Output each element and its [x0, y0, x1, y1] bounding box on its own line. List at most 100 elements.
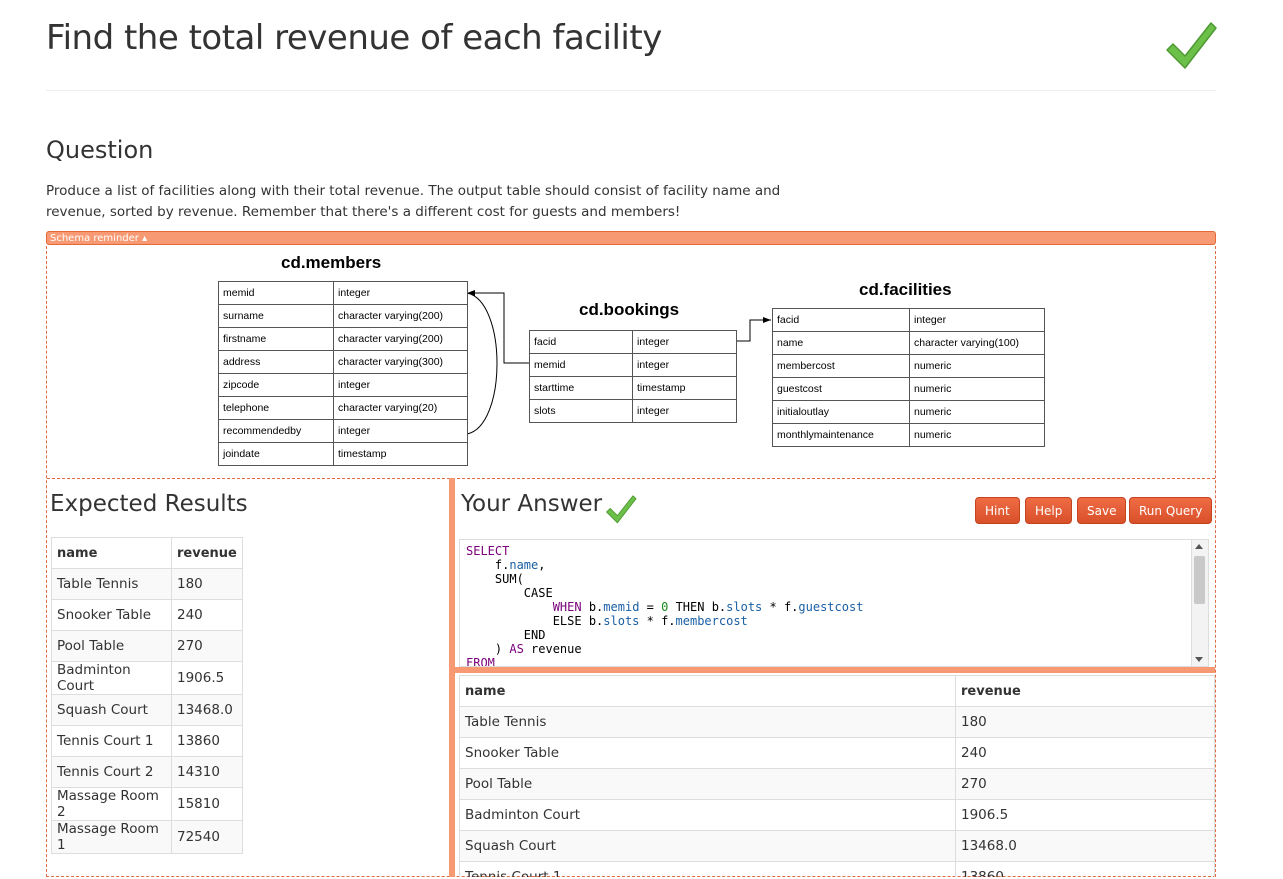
members-schema-table: memid integer surname character varying(20… [218, 281, 468, 466]
cell: Snooker Table [51, 599, 172, 631]
schema-row: membercost numeric [772, 354, 1045, 378]
column-type: numeric [909, 354, 1045, 378]
column-header: revenue [955, 675, 1215, 707]
table-row: Pool Table 270 [459, 768, 1215, 800]
horizontal-splitter[interactable] [455, 667, 1215, 673]
cell: 15810 [171, 787, 243, 821]
scroll-up-icon[interactable] [1195, 544, 1203, 549]
table-row: Tennis Court 1 13860 [459, 861, 1215, 877]
column-name: firstname [218, 327, 334, 351]
column-name: surname [218, 304, 334, 328]
schema-row: firstname character varying(200) [218, 327, 468, 351]
column-type: integer [632, 399, 737, 423]
question-heading: Question [46, 136, 154, 164]
schema-row: starttime timestamp [529, 376, 737, 400]
workspace-panel: cd.members memid integer surname character… [46, 246, 1216, 877]
cell: Tennis Court 1 [459, 861, 956, 877]
column-name: membercost [772, 354, 910, 378]
table-row: Table Tennis 180 [459, 706, 1215, 738]
cell: 270 [955, 768, 1215, 800]
column-type: integer [333, 419, 468, 443]
column-name: address [218, 350, 334, 374]
schema-reminder-toggle[interactable]: Schema reminder ▴ [46, 231, 1216, 245]
cell: Tennis Court 1 [51, 725, 172, 757]
schema-row: facid integer [529, 330, 737, 354]
column-name: guestcost [772, 377, 910, 401]
save-button[interactable]: Save [1077, 497, 1127, 524]
column-name: facid [772, 308, 910, 332]
sql-code[interactable]: SELECT f.name, SUM( CASE WHEN b.memid = … [460, 540, 1208, 666]
cell: 1906.5 [955, 799, 1215, 831]
run-query-button[interactable]: Run Query [1129, 497, 1213, 524]
column-type: numeric [909, 377, 1045, 401]
column-type: integer [632, 353, 737, 377]
cell: 240 [171, 599, 243, 631]
help-button[interactable]: Help [1025, 497, 1073, 524]
schema-row: memid integer [218, 281, 468, 305]
column-name: initialoutlay [772, 400, 910, 424]
column-type: timestamp [632, 376, 737, 400]
column-header: name [51, 537, 172, 569]
cell: 13468.0 [955, 830, 1215, 862]
schema-row: guestcost numeric [772, 377, 1045, 401]
cell: 1906.5 [171, 661, 243, 695]
schema-row: surname character varying(200) [218, 304, 468, 328]
table-row: Tennis Court 2 14310 [51, 756, 243, 788]
column-type: numeric [909, 400, 1045, 424]
check-icon [606, 495, 637, 524]
cell: 14310 [171, 756, 243, 788]
cell: Massage Room 2 [51, 787, 172, 821]
hint-button[interactable]: Hint [975, 497, 1020, 524]
cell: Pool Table [459, 768, 956, 800]
question-text: Produce a list of facilities along with … [46, 183, 781, 220]
expected-results-table: name revenue Table Tennis 180 Snooker Tabl… [51, 537, 243, 854]
cell: Badminton Court [51, 661, 172, 695]
column-type: character varying(20) [333, 396, 468, 420]
schema-row: joindate timestamp [218, 442, 468, 466]
cell: 240 [955, 737, 1215, 769]
column-type: integer [333, 281, 468, 305]
schema-row: initialoutlay numeric [772, 400, 1045, 424]
column-name: starttime [529, 376, 633, 400]
scrollbar-thumb[interactable] [1194, 556, 1205, 604]
column-name: joindate [218, 442, 334, 466]
expected-results-panel: Expected Results name revenue Table Tenni… [47, 478, 449, 877]
answer-results-table: name revenue Table Tennis 180 Snooker Tabl… [459, 675, 1215, 877]
column-name: monthlymaintenance [772, 423, 910, 447]
editor-scrollbar[interactable] [1191, 540, 1208, 666]
column-name: zipcode [218, 373, 334, 397]
bookings-table-title: cd.bookings [579, 300, 680, 319]
table-row: Massage Room 2 15810 [51, 787, 243, 821]
column-type: character varying(300) [333, 350, 468, 374]
cell: 180 [955, 706, 1215, 738]
column-type: numeric [909, 423, 1045, 447]
column-name: telephone [218, 396, 334, 420]
table-row: Snooker Table 240 [51, 599, 243, 631]
table-row: Massage Room 1 72540 [51, 820, 243, 854]
table-row: Badminton Court 1906.5 [51, 661, 243, 695]
cell: 13468.0 [171, 694, 243, 726]
sql-editor[interactable]: SELECT f.name, SUM( CASE WHEN b.memid = … [459, 539, 1209, 667]
schema-diagram: cd.members memid integer surname character… [47, 246, 1215, 479]
schema-row: slots integer [529, 399, 737, 423]
column-name: recommendedby [218, 419, 334, 443]
column-name: name [772, 331, 910, 355]
page-title: Find the total revenue of each facility [46, 18, 662, 58]
answer-results-wrapper: name revenue Table Tennis 180 Snooker Tabl… [459, 675, 1215, 877]
column-type: integer [909, 308, 1045, 332]
cell: Tennis Court 2 [51, 756, 172, 788]
schema-row: name character varying(100) [772, 331, 1045, 355]
cell: Badminton Court [459, 799, 956, 831]
table-row: Tennis Court 1 13860 [51, 725, 243, 757]
column-name: facid [529, 330, 633, 354]
table-row: Table Tennis 180 [51, 568, 243, 600]
schema-row: address character varying(300) [218, 350, 468, 374]
table-row: Squash Court 13468.0 [459, 830, 1215, 862]
column-type: integer [632, 330, 737, 354]
cell: Squash Court [51, 694, 172, 726]
schema-row: memid integer [529, 353, 737, 377]
scroll-down-icon[interactable] [1195, 657, 1203, 662]
schema-row: telephone character varying(20) [218, 396, 468, 420]
your-answer-heading: Your Answer [461, 491, 603, 517]
schema-row: facid integer [772, 308, 1045, 332]
